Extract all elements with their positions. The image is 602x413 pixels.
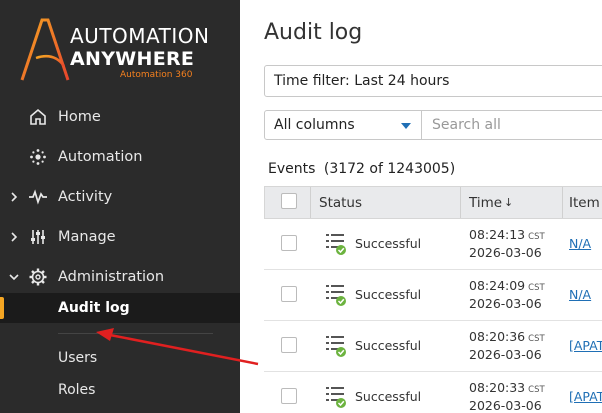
row-checkbox[interactable] [281, 286, 297, 302]
caret-down-icon [401, 123, 411, 129]
column-header-status[interactable]: Status [319, 187, 362, 218]
table-row[interactable]: Successful 08:20:36CST 2026-03-06 [APATO [264, 321, 602, 372]
row-date: 2026-03-06 [469, 245, 542, 260]
row-time: 08:24:09 CST [469, 278, 545, 293]
sidebar-item-label: Home [58, 109, 101, 125]
sidebar-item-label: Manage [58, 229, 116, 245]
select-all-checkbox[interactable] [281, 193, 297, 209]
row-date: 2026-03-06 [469, 347, 542, 362]
automation-anywhere-logo[interactable]: AUTOMATION ANYWHERE Automation 360 [18, 14, 233, 86]
events-label: Events [268, 161, 316, 177]
time-value: 08:20:33 [469, 380, 526, 395]
sidebar-item-administration[interactable]: Administration [0, 263, 240, 291]
chevron-right-icon[interactable] [8, 231, 20, 243]
row-time: 08:24:13 CST [469, 227, 545, 242]
timezone: CST [528, 232, 545, 242]
item-link[interactable]: [APATO [569, 338, 602, 353]
column-separator [562, 187, 563, 218]
brand-product: Automation 360 [120, 70, 193, 80]
column-select[interactable]: All columns [264, 110, 422, 140]
column-header-time[interactable]: Time ↓ [469, 187, 513, 218]
item-link[interactable]: N/A [569, 236, 591, 251]
sidebar: AUTOMATION ANYWHERE Automation 360 Home … [0, 0, 240, 413]
column-select-value: All columns [274, 117, 355, 133]
time-value: 08:24:13 [469, 227, 526, 242]
row-date: 2026-03-06 [469, 296, 542, 311]
sidebar-item-label: Administration [58, 269, 165, 285]
sidebar-subitem-roles[interactable]: Roles [0, 375, 240, 405]
row-checkbox[interactable] [281, 337, 297, 353]
chevron-right-icon[interactable] [8, 191, 20, 203]
sidebar-item-label: Automation [58, 149, 143, 165]
row-date: 2026-03-06 [469, 398, 542, 413]
table-header: Status Time ↓ Item n [264, 186, 602, 219]
sidebar-subitem-users[interactable]: Users [0, 343, 240, 373]
item-link[interactable]: N/A [569, 287, 591, 302]
row-time: 08:20:33 CST [469, 380, 545, 395]
sidebar-item-activity[interactable]: Activity [0, 183, 240, 211]
activity-icon [29, 189, 47, 205]
sort-descending-icon: ↓ [504, 196, 514, 209]
status-success-icon [326, 285, 346, 306]
time-filter-button[interactable]: Time filter: Last 24 hours [264, 65, 602, 97]
manage-icon [31, 230, 45, 244]
status-text: Successful [355, 236, 422, 251]
home-icon [30, 108, 46, 125]
automation-icon [30, 149, 46, 165]
item-link[interactable]: [APATO [569, 389, 602, 404]
status-text: Successful [355, 389, 422, 404]
gear-icon [29, 268, 47, 286]
sidebar-item-automation[interactable]: Automation [0, 143, 240, 171]
status-text: Successful [355, 338, 422, 353]
status-success-icon [326, 234, 346, 255]
row-checkbox[interactable] [281, 388, 297, 404]
column-separator [460, 187, 461, 218]
table-row[interactable]: Successful 08:20:33CST 2026-03-06 [APATO [264, 372, 602, 413]
time-value: 08:20:36 [469, 329, 526, 344]
sidebar-item-label: Users [58, 350, 98, 366]
timezone: CST [528, 385, 545, 395]
sidebar-subitem-audit-log[interactable]: Audit log [0, 293, 240, 323]
page-title: Audit log [264, 20, 363, 45]
sidebar-item-label: Roles [58, 382, 96, 398]
table-row[interactable]: Successful 08:24:13 CST 2026-03-06 N/A [264, 219, 602, 270]
search-input[interactable] [422, 110, 602, 140]
status-text: Successful [355, 287, 422, 302]
main-content: Audit log Time filter: Last 24 hours All… [240, 0, 602, 413]
row-time: 08:20:36 CST [469, 329, 545, 344]
sidebar-item-home[interactable]: Home [0, 103, 240, 131]
status-success-icon [326, 387, 346, 408]
sidebar-item-manage[interactable]: Manage [0, 223, 240, 251]
events-summary: Events (3172 of 1243005) [268, 161, 455, 177]
sidebar-item-label: Activity [58, 189, 113, 205]
sidebar-item-label: Audit log [58, 300, 130, 316]
brand-line-1: AUTOMATION [70, 24, 210, 48]
timezone: CST [528, 283, 545, 293]
status-success-icon [326, 336, 346, 357]
events-count: (3172 of 1243005) [323, 161, 456, 177]
timezone: CST [528, 334, 545, 344]
divider [58, 333, 213, 334]
table-row[interactable]: Successful 08:24:09 CST 2026-03-06 N/A [264, 270, 602, 321]
column-header-item[interactable]: Item n [569, 187, 602, 218]
column-header-label: Time [469, 194, 503, 211]
chevron-down-icon[interactable] [8, 271, 20, 283]
logo-a-mark-icon [20, 18, 70, 81]
column-separator [310, 187, 311, 218]
row-checkbox[interactable] [281, 235, 297, 251]
brand-line-2: ANYWHERE [70, 48, 195, 70]
time-value: 08:24:09 [469, 278, 526, 293]
active-indicator [0, 297, 4, 319]
